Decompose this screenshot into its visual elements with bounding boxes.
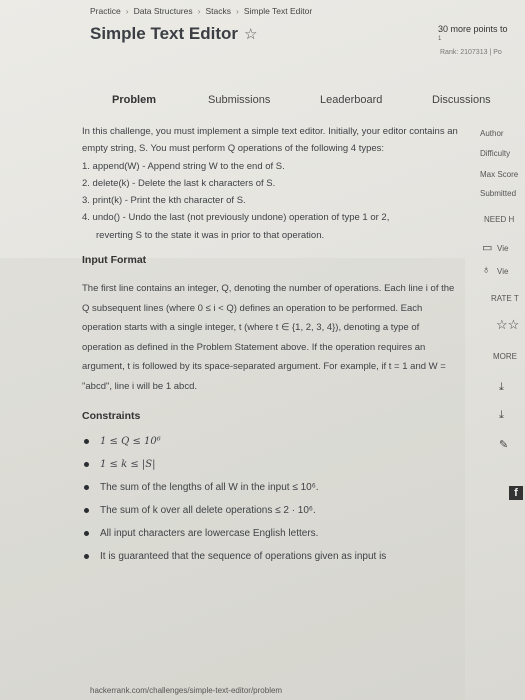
chevron-right-icon: › (197, 6, 201, 16)
operations-list: 1. append(W) - Append string W to the en… (82, 158, 460, 244)
tab-submissions[interactable]: Submissions (208, 94, 270, 106)
sidebar-rate-this: RATE T (491, 294, 519, 303)
sidebar-max-score: Max Score (480, 170, 519, 179)
tab-leaderboard[interactable]: Leaderboard (320, 94, 382, 106)
download-icon[interactable]: ⤓ (499, 381, 504, 394)
star-rating-icon[interactable]: ☆☆ (496, 317, 519, 333)
tab-bar: Problem Submissions Leaderboard Discussi… (0, 94, 525, 114)
star-icon[interactable]: ☆ (244, 26, 257, 43)
tab-discussions[interactable]: Discussions (432, 94, 491, 106)
sidebar-author: Author (480, 129, 504, 138)
sidebar-view-tester[interactable]: Vie (497, 267, 508, 276)
sidebar-view-editorial[interactable]: Vie (497, 244, 508, 253)
operation-item: 1. append(W) - Append string W to the en… (82, 160, 285, 172)
chevron-right-icon: › (235, 6, 239, 16)
breadcrumb-stacks[interactable]: Stacks (205, 6, 231, 16)
input-format-text: The first line contains an integer, Q, d… (82, 283, 455, 392)
points-status: 30 more points to (438, 24, 508, 34)
breadcrumb: Practice › Data Structures › Stacks › Simple T… (90, 6, 312, 16)
constraint-item: 1 ≤ k ≤ |S| (82, 455, 460, 474)
operation-item: 2. delete(k) - Delete the last k charact… (82, 177, 276, 189)
problem-statement: In this challenge, you must implement a … (82, 123, 460, 570)
constraints-list: 1 ≤ Q ≤ 10⁶ 1 ≤ k ≤ |S| The sum of the l… (82, 432, 460, 566)
constraint-item: It is guaranteed that the sequence of op… (82, 547, 460, 566)
constraint-item: All input characters are lowercase Engli… (82, 524, 460, 543)
problem-page: Practice › Data Structures › Stacks › Simple T… (0, 0, 525, 700)
download-icon[interactable]: ⤓ (499, 409, 504, 422)
breadcrumb-practice[interactable]: Practice (90, 6, 121, 16)
sidebar-submitted: Submitted (480, 189, 517, 198)
tab-problem[interactable]: Problem (112, 94, 156, 106)
bulb-icon[interactable]: ♁ (482, 264, 490, 276)
editorial-icon[interactable]: ▭ (482, 241, 492, 254)
intro-paragraph: In this challenge, you must implement a … (82, 126, 458, 155)
page-title: Simple Text Editor ☆ (90, 24, 257, 44)
page-title-text: Simple Text Editor (90, 24, 238, 43)
sidebar-difficulty: Difficulty (480, 149, 511, 158)
constraint-item: The sum of the lengths of all W in the i… (82, 478, 460, 497)
pencil-icon[interactable]: ✎ (499, 438, 508, 451)
breadcrumb-data-structures[interactable]: Data Structures (134, 6, 193, 16)
constraints-heading: Constraints (82, 410, 141, 423)
input-format-heading: Input Format (82, 254, 147, 267)
operation-item: 3. print(k) - Print the kth character of… (82, 195, 246, 207)
points-progress: 1 (438, 36, 442, 42)
breadcrumb-current: Simple Text Editor (243, 6, 313, 16)
facebook-icon[interactable]: f (509, 486, 523, 500)
constraint-item: 1 ≤ Q ≤ 10⁶ (82, 432, 460, 451)
operation-item: 4. undo() - Undo the last (not previousl… (82, 212, 390, 241)
chevron-right-icon: › (125, 6, 129, 16)
sidebar-more[interactable]: MORE (493, 352, 517, 361)
constraint-item: The sum of k over all delete operations … (82, 501, 460, 520)
page-url: hackerrank.com/challenges/simple-text-ed… (90, 686, 283, 695)
sidebar-need-help: NEED H (484, 215, 515, 224)
rank-text: Rank: 2107313 | Po (440, 49, 502, 56)
